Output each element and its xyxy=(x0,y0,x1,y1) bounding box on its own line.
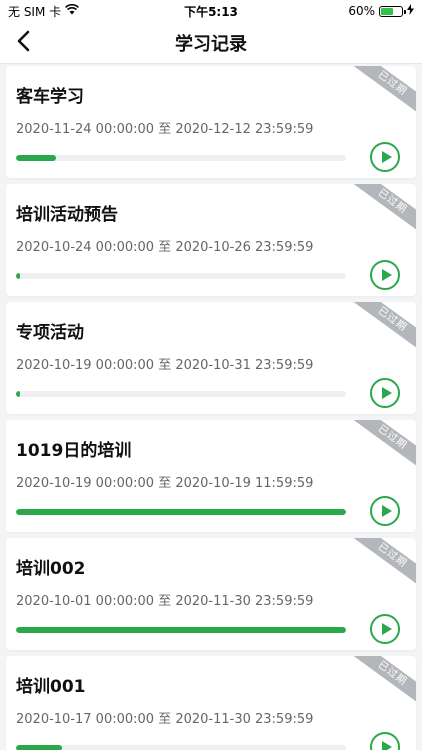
battery-cap xyxy=(404,9,406,14)
play-button[interactable] xyxy=(370,496,400,526)
record-date-range: 2020-10-17 00:00:00 至 2020-11-30 23:59:5… xyxy=(16,712,314,727)
record-card[interactable]: 培训001 2020-10-17 00:00:00 至 2020-11-30 23… xyxy=(6,656,416,750)
status-left: 无 SIM 卡 xyxy=(8,3,80,20)
play-button[interactable] xyxy=(370,614,400,644)
status-bar: 无 SIM 卡 下午5:13 60% xyxy=(0,0,422,22)
record-date-range: 2020-10-19 00:00:00 至 2020-10-19 11:59:5… xyxy=(16,476,314,491)
play-icon xyxy=(381,387,392,399)
page-title: 学习记录 xyxy=(175,33,247,55)
progress-fill xyxy=(16,391,20,397)
charging-icon xyxy=(407,4,414,18)
progress-bar xyxy=(16,745,346,750)
expired-badge: 已过期 xyxy=(346,302,416,356)
back-button[interactable] xyxy=(10,30,36,56)
play-icon xyxy=(381,623,392,635)
record-date-range: 2020-10-24 00:00:00 至 2020-10-26 23:59:5… xyxy=(16,240,314,255)
record-title: 培训活动预告 xyxy=(16,205,118,225)
play-button[interactable] xyxy=(370,260,400,290)
progress-bar xyxy=(16,509,346,515)
play-button[interactable] xyxy=(370,378,400,408)
battery-fill xyxy=(381,7,393,15)
record-title: 1019日的培训 xyxy=(16,441,132,461)
progress-bar xyxy=(16,391,346,397)
navigation-bar: 学习记录 xyxy=(0,22,422,64)
play-icon xyxy=(381,741,392,750)
play-icon xyxy=(381,151,392,163)
progress-fill xyxy=(16,273,20,279)
record-date-range: 2020-11-24 00:00:00 至 2020-12-12 23:59:5… xyxy=(16,122,314,137)
play-button[interactable] xyxy=(370,142,400,172)
record-card[interactable]: 1019日的培训 2020-10-19 00:00:00 至 2020-10-19… xyxy=(6,420,416,532)
record-title: 培训002 xyxy=(16,559,86,579)
play-icon xyxy=(381,505,392,517)
carrier-label: 无 SIM 卡 xyxy=(8,4,62,19)
progress-fill xyxy=(16,627,346,633)
expired-badge: 已过期 xyxy=(346,538,416,592)
progress-fill xyxy=(16,155,56,161)
chevron-left-icon xyxy=(16,30,30,56)
record-title: 培训001 xyxy=(16,677,86,697)
status-right: 60% xyxy=(348,4,414,18)
record-card[interactable]: 专项活动 2020-10-19 00:00:00 至 2020-10-31 23:… xyxy=(6,302,416,414)
progress-bar xyxy=(16,627,346,633)
play-button[interactable] xyxy=(370,732,400,750)
record-card[interactable]: 客车学习 2020-11-24 00:00:00 至 2020-12-12 23:… xyxy=(6,66,416,178)
record-card[interactable]: 培训002 2020-10-01 00:00:00 至 2020-11-30 23… xyxy=(6,538,416,650)
battery-icon xyxy=(379,5,406,17)
expired-badge: 已过期 xyxy=(346,184,416,238)
play-icon xyxy=(381,269,392,281)
record-title: 专项活动 xyxy=(16,323,84,343)
expired-badge: 已过期 xyxy=(346,420,416,474)
record-date-range: 2020-10-19 00:00:00 至 2020-10-31 23:59:5… xyxy=(16,358,314,373)
expired-badge: 已过期 xyxy=(346,656,416,710)
record-date-range: 2020-10-01 00:00:00 至 2020-11-30 23:59:5… xyxy=(16,594,314,609)
progress-fill xyxy=(16,509,346,515)
record-list[interactable]: 客车学习 2020-11-24 00:00:00 至 2020-12-12 23:… xyxy=(0,64,422,750)
progress-bar xyxy=(16,273,346,279)
expired-badge: 已过期 xyxy=(346,66,416,120)
record-title: 客车学习 xyxy=(16,87,84,107)
progress-fill xyxy=(16,745,62,750)
progress-bar xyxy=(16,155,346,161)
wifi-icon xyxy=(65,3,80,18)
battery-percent: 60% xyxy=(348,4,375,18)
record-card[interactable]: 培训活动预告 2020-10-24 00:00:00 至 2020-10-26 2… xyxy=(6,184,416,296)
